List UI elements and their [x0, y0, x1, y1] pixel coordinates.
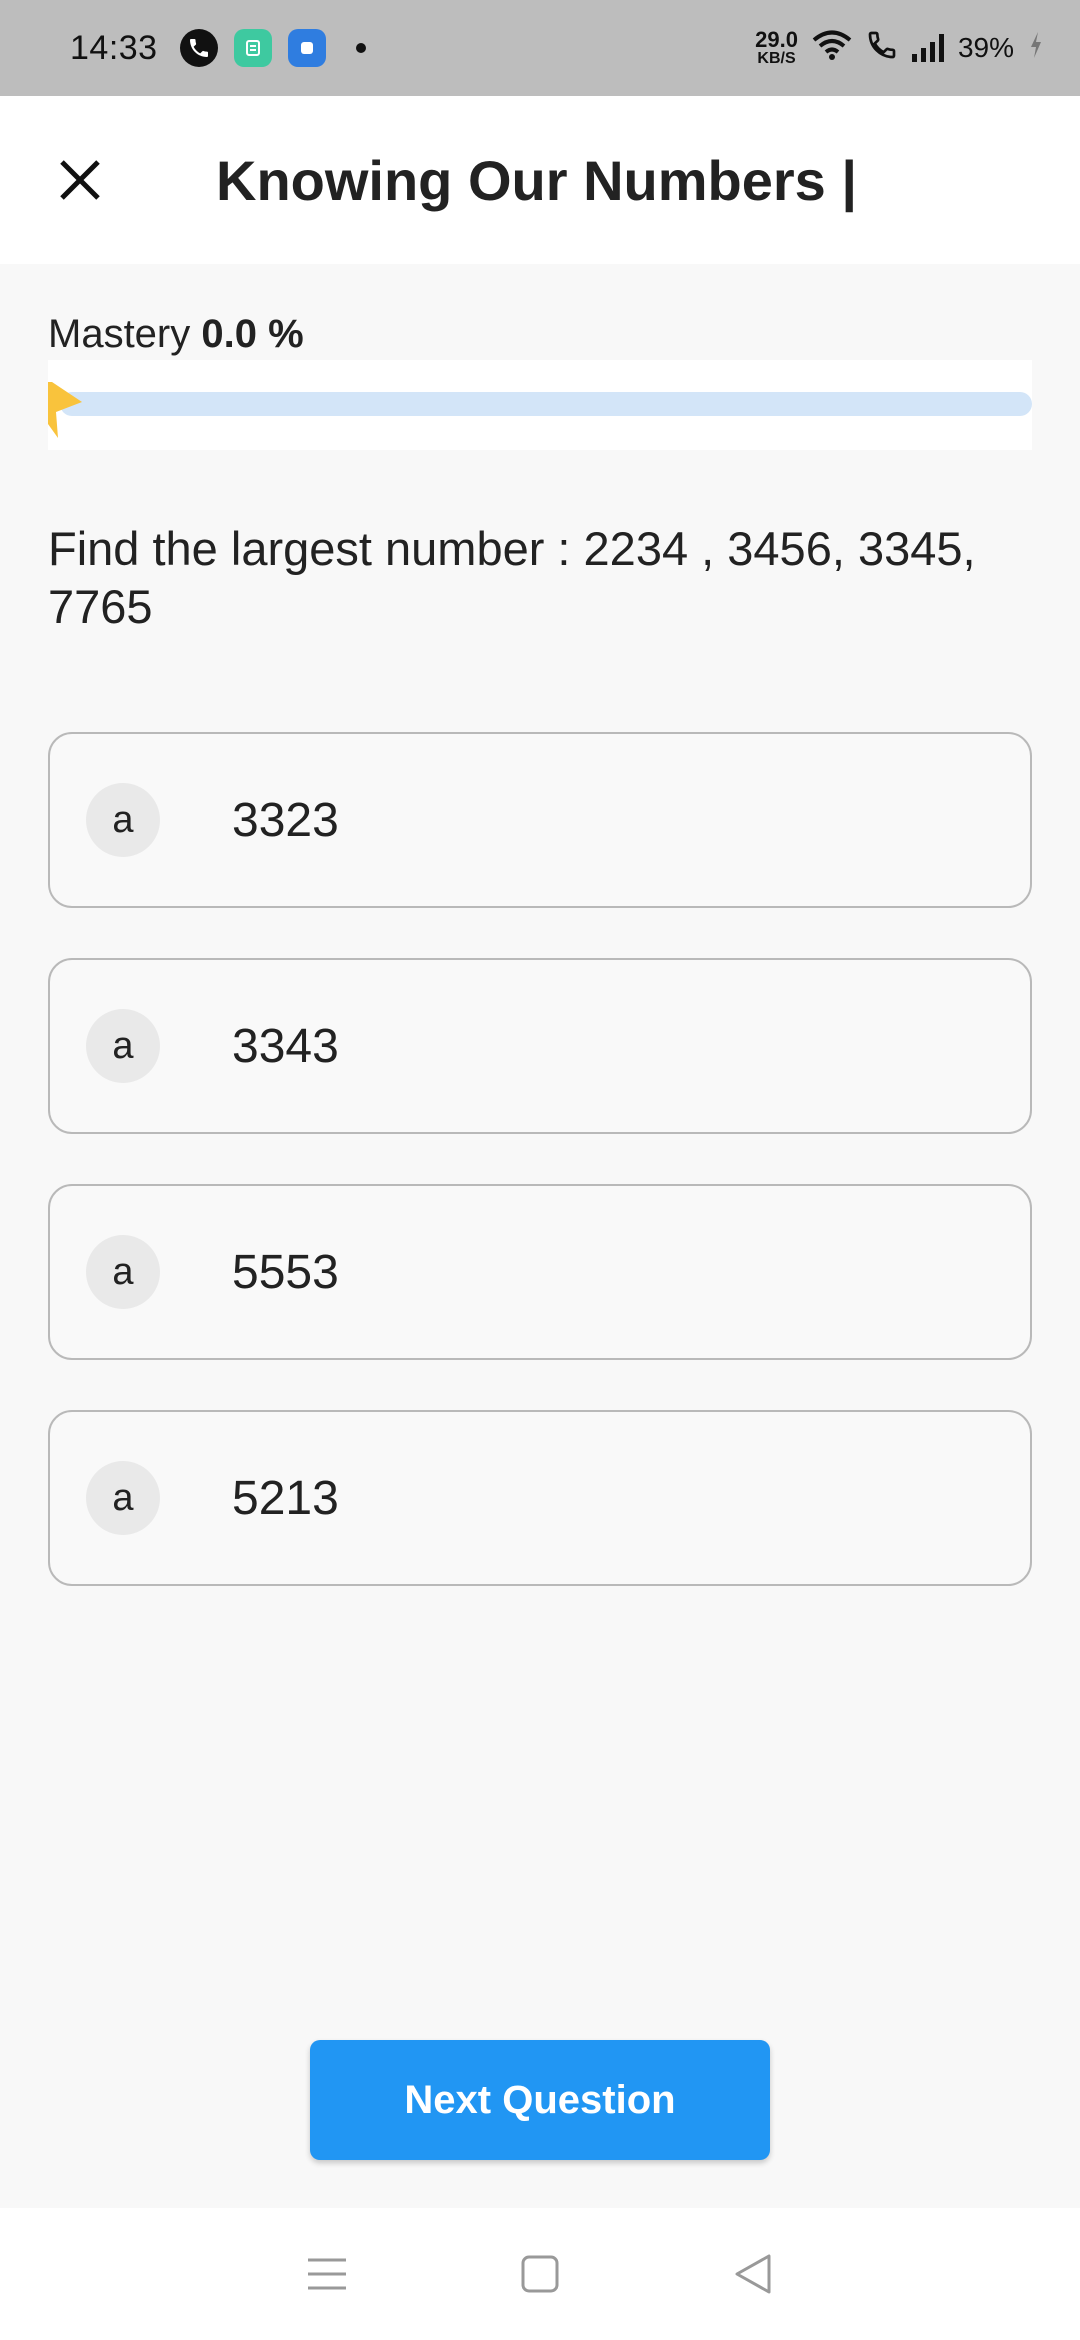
system-nav-bar	[0, 2208, 1080, 2340]
status-bar: 14:33 29.0 KB/S 39%	[0, 0, 1080, 96]
status-time: 14:33	[70, 28, 158, 67]
progress-track	[60, 392, 1032, 416]
mastery-progress	[48, 360, 1032, 450]
answer-option[interactable]: a 3323	[48, 732, 1032, 908]
menu-icon[interactable]	[297, 2244, 357, 2304]
answer-option[interactable]: a 3343	[48, 958, 1032, 1134]
more-notifications-dot	[355, 43, 366, 53]
wifi-icon	[812, 29, 852, 68]
quiz-content: Mastery 0.0 % Find the largest number : …	[0, 264, 1080, 2208]
star-icon	[48, 382, 82, 438]
option-text: 5213	[232, 1471, 339, 1525]
answer-option[interactable]: a 5553	[48, 1184, 1032, 1360]
mastery-label: Mastery	[48, 312, 191, 356]
app-bar: Knowing Our Numbers |	[0, 96, 1080, 264]
next-question-button[interactable]: Next Question	[310, 2040, 770, 2160]
answer-options: a 3323 a 3343 a 5553 a 5213	[48, 732, 1032, 1636]
option-text: 5553	[232, 1245, 339, 1299]
option-text: 3323	[232, 793, 339, 847]
charging-icon	[1028, 30, 1044, 67]
network-speed: 29.0 KB/S	[755, 27, 798, 67]
mastery-label-row: Mastery 0.0 %	[48, 312, 304, 357]
option-badge: a	[86, 1009, 160, 1083]
battery-percent: 39%	[957, 32, 1014, 63]
option-badge: a	[86, 1461, 160, 1535]
question-text: Find the largest number : 2234 , 3456, 3…	[48, 522, 976, 633]
option-badge: a	[86, 1235, 160, 1309]
app-notification-icon-2	[287, 29, 326, 67]
answer-option[interactable]: a 5213	[48, 1410, 1032, 1586]
mastery-value: 0.0 %	[201, 312, 304, 356]
phone-icon	[179, 29, 218, 67]
close-button[interactable]	[50, 150, 110, 210]
back-triangle-icon[interactable]	[723, 2244, 783, 2304]
system-status: 29.0 KB/S 39%	[755, 29, 1044, 68]
home-square-icon[interactable]	[510, 2244, 570, 2304]
option-text: 3343	[232, 1019, 339, 1073]
wifi-calling-icon	[866, 29, 898, 68]
page-title: Knowing Our Numbers |	[216, 149, 858, 212]
option-badge: a	[86, 783, 160, 857]
close-icon	[60, 160, 100, 200]
app-notification-icon	[233, 29, 272, 67]
signal-icon	[911, 34, 944, 62]
notification-icons	[179, 29, 366, 67]
